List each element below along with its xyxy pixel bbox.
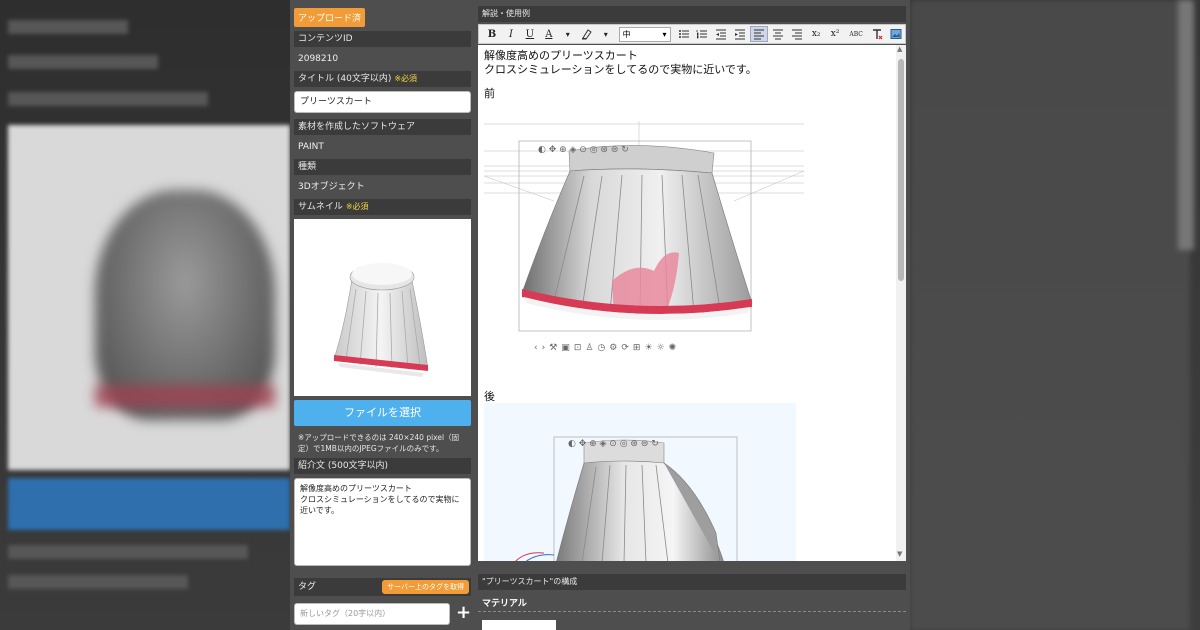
upload-form-card: アップロード済 コンテンツID 2098210 タイトル (40文字以内) ※必須…: [290, 0, 910, 630]
numbered-list-icon[interactable]: [694, 26, 712, 42]
fit-icon[interactable]: ⊡: [574, 343, 582, 353]
upload-note: ※アップロードできるのは 240×240 pixel（固定）で1MB以内のJPE…: [298, 433, 460, 453]
title-label: タイトル (40文字以内) ※必須: [294, 71, 471, 87]
align-center-icon[interactable]: [769, 26, 787, 42]
skirt-front-render: ◐ ✥ ⊕ ◈ ⊙ ◎ ⊛ ⊜ ↻: [483, 121, 805, 332]
refresh-icon[interactable]: ⟳: [621, 343, 629, 353]
description-label: 解説・使用例: [478, 6, 906, 22]
camera-icon[interactable]: ▣: [561, 343, 570, 353]
fetch-server-tags-button[interactable]: サーバー上のタグを取得: [382, 580, 469, 594]
view-controls-icons: ◐ ✥ ⊕ ◈ ⊙ ◎ ⊛ ⊜ ↻: [538, 145, 629, 155]
skirt-back-render: ◐ ✥ ⊕ ◈ ⊙ ◎ ⊛ ⊜ ↻: [515, 436, 738, 561]
subscript-button[interactable]: x₂: [807, 26, 825, 42]
settings-icon[interactable]: ⚙: [609, 343, 617, 353]
front-heading: 前: [484, 87, 495, 100]
light-3-icon[interactable]: ✺: [669, 343, 677, 353]
editor-content[interactable]: 解像度高めのプリーツスカート クロスシミュレーションをしてるので実物に近いです。…: [478, 45, 896, 561]
align-left-icon[interactable]: [750, 26, 769, 42]
intro-textarea[interactable]: 解像度高めのプリーツスカート クロスシミュレーションをしてるので実物に近いです。: [294, 478, 471, 566]
new-tag-input[interactable]: 新しいタグ（20字以内）: [294, 603, 450, 625]
uploaded-badge: アップロード済: [294, 8, 366, 27]
composition-label: "プリーツスカート"の構成: [478, 574, 906, 590]
required-mark: ※必須: [345, 202, 369, 211]
tag-label: タグ サーバー上のタグを取得: [294, 578, 471, 596]
material-thumbnail[interactable]: [482, 620, 556, 630]
title-input[interactable]: プリーツスカート: [294, 91, 471, 113]
lock-icon[interactable]: ⊞: [633, 343, 641, 353]
scroll-up-icon[interactable]: ▲: [897, 45, 902, 53]
light-1-icon[interactable]: ☀: [644, 343, 652, 353]
italic-button[interactable]: I: [502, 26, 520, 42]
highlight-dropdown-icon[interactable]: ▾: [597, 26, 615, 42]
insert-image-icon[interactable]: [887, 26, 905, 42]
scroll-down-icon[interactable]: ▼: [897, 550, 902, 558]
thumbnail-label: サムネイル ※必須: [294, 199, 471, 215]
front-view-image: ◐ ✥ ⊕ ◈ ⊙ ◎ ⊛ ⊜ ↻ ‹ › ⚒ ▣ ⊡ ♙ ◷ ⚙ ⟳ ⊞ ☀ …: [483, 121, 805, 361]
wrench-icon[interactable]: ⚒: [549, 343, 557, 353]
pose-icon[interactable]: ♙: [585, 343, 593, 353]
indent-icon[interactable]: [731, 26, 749, 42]
back-view-controls-icons: ◐ ✥ ⊕ ◈ ⊙ ◎ ⊛ ⊜ ↻: [568, 439, 659, 449]
bold-button[interactable]: B: [483, 26, 501, 42]
clock-icon[interactable]: ◷: [597, 343, 605, 353]
light-2-icon[interactable]: ☼: [657, 343, 665, 353]
type-label: 種類: [294, 159, 471, 175]
required-mark: ※必須: [394, 74, 418, 83]
back-heading: 後: [484, 390, 495, 403]
editor-line-1: 解像度高めのプリーツスカート: [484, 49, 638, 62]
intro-label: 紹介文 (500文字以内): [294, 458, 471, 474]
material-divider: [478, 611, 906, 612]
metadata-form: アップロード済 コンテンツID 2098210 タイトル (40文字以内) ※必須…: [290, 0, 471, 630]
skirt-thumbnail-image: [333, 263, 429, 377]
back-view-image: ◐ ✥ ⊕ ◈ ⊙ ◎ ⊛ ⊜ ↻: [484, 403, 796, 561]
choose-file-button[interactable]: ファイルを選択: [294, 400, 471, 426]
type-value: 3Dオブジェクト: [298, 182, 365, 192]
add-tag-icon[interactable]: +: [456, 602, 471, 624]
viewer-controls[interactable]: ‹ › ⚒ ▣ ⊡ ♙ ◷ ⚙ ⟳ ⊞ ☀ ☼ ✺: [534, 343, 676, 353]
content-id-label: コンテンツID: [294, 31, 471, 47]
bulleted-list-icon[interactable]: [675, 26, 693, 42]
editor-line-2: クロスシミュレーションをしてるので実物に近いです。: [484, 63, 757, 76]
software-label: 素材を作成したソフトウェア: [294, 119, 471, 135]
prev-icon[interactable]: ‹: [534, 343, 538, 353]
remove-format-icon[interactable]: [868, 26, 886, 42]
scroll-thumb[interactable]: [898, 59, 904, 281]
font-color-dropdown-icon[interactable]: ▾: [559, 26, 577, 42]
superscript-button[interactable]: x²: [826, 26, 844, 42]
content-id-value: 2098210: [298, 54, 339, 64]
font-color-button[interactable]: A: [540, 26, 558, 42]
underline-button[interactable]: U: [521, 26, 539, 42]
next-icon[interactable]: ›: [542, 343, 546, 353]
editor-toolbar: B I U A ▾ ▾ 中 x₂ x² ABC: [478, 24, 906, 44]
editor-scrollbar[interactable]: ▲ ▼: [896, 45, 906, 561]
spellcheck-button[interactable]: ABC: [845, 26, 867, 42]
highlight-color-icon[interactable]: [578, 26, 596, 42]
software-value: PAINT: [298, 142, 324, 152]
align-right-icon[interactable]: [788, 26, 806, 42]
thumbnail-preview: [294, 219, 471, 396]
outdent-icon[interactable]: [712, 26, 730, 42]
blurred-backdrop-left: [0, 0, 290, 630]
blurred-backdrop-right: [910, 0, 1200, 630]
font-size-select[interactable]: 中: [618, 26, 671, 42]
material-label: マテリアル: [482, 599, 527, 609]
